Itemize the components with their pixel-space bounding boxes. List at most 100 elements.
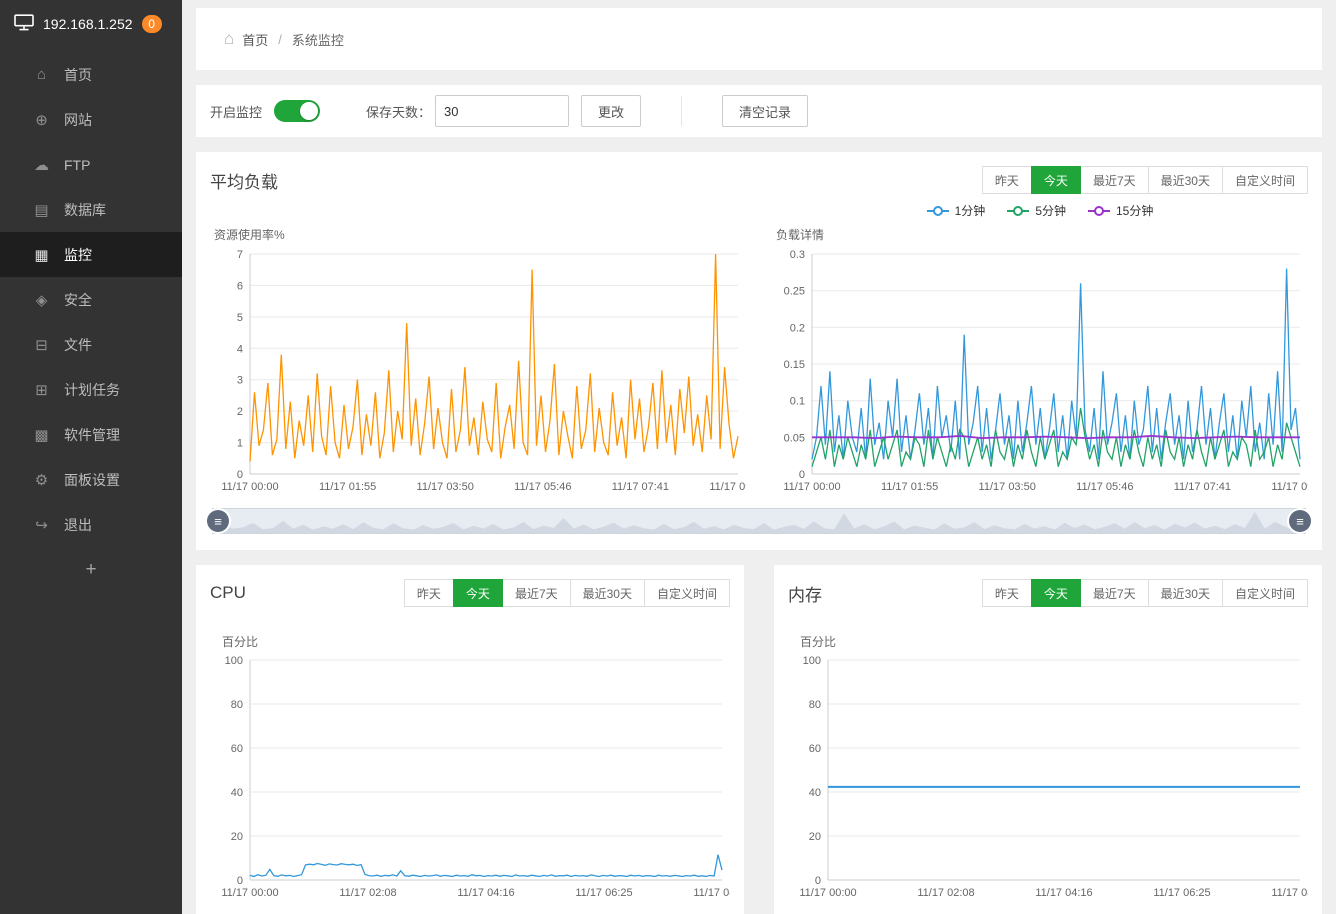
sidebar-item-settings[interactable]: ⚙ 面板设置: [0, 457, 182, 502]
memory-time-filters: 昨天 今天 最近7天 最近30天 自定义时间: [983, 579, 1308, 607]
svg-text:100: 100: [225, 655, 243, 667]
svg-text:11/17 08:33: 11/17 08:33: [1271, 887, 1308, 899]
svg-text:40: 40: [231, 787, 243, 799]
sidebar-item-label: 安全: [64, 290, 92, 310]
load-filter-custom[interactable]: 自定义时间: [1222, 166, 1308, 194]
memory-filter-custom[interactable]: 自定义时间: [1222, 579, 1308, 607]
sidebar-item-software[interactable]: ▩ 软件管理: [0, 412, 182, 457]
memory-filter-last30days[interactable]: 最近30天: [1148, 579, 1223, 607]
svg-text:5: 5: [237, 312, 243, 324]
globe-icon: ⊕: [33, 111, 50, 129]
monitor-toggle[interactable]: [274, 100, 320, 122]
cpu-filter-yesterday[interactable]: 昨天: [404, 579, 454, 607]
load-filter-yesterday[interactable]: 昨天: [982, 166, 1032, 194]
legend-label: 5分钟: [1035, 202, 1066, 219]
load-panel: 平均负载 昨天 今天 最近7天 最近30天 自定义时间 资源使用率% 01234…: [196, 152, 1322, 550]
legend-label: 1分钟: [955, 202, 986, 219]
save-days-label: 保存天数：: [366, 102, 431, 121]
cpu-filter-last30days[interactable]: 最近30天: [570, 579, 645, 607]
sidebar-add-button[interactable]: +: [0, 547, 182, 592]
svg-text:11/17 07:41: 11/17 07:41: [1174, 481, 1231, 493]
shield-icon: ◈: [33, 291, 50, 309]
sidebar-item-logout[interactable]: ↪ 退出: [0, 502, 182, 547]
sidebar-item-label: FTP: [64, 157, 90, 173]
sidebar-item-home[interactable]: ⌂ 首页: [0, 52, 182, 97]
cpu-chart[interactable]: 02040608010011/17 00:0011/17 02:0811/17 …: [210, 652, 730, 902]
legend-item-5min[interactable]: 5分钟: [1007, 202, 1066, 219]
svg-text:60: 60: [231, 743, 243, 755]
svg-text:20: 20: [809, 831, 821, 843]
svg-text:11/17 01:55: 11/17 01:55: [881, 481, 938, 493]
load-detail-chart-title: 负载详情: [776, 226, 1308, 246]
svg-text:11/17 02:08: 11/17 02:08: [339, 887, 396, 899]
sidebar-item-label: 首页: [64, 65, 92, 85]
svg-text:11/17 05:46: 11/17 05:46: [1076, 481, 1133, 493]
svg-text:11/17 06:25: 11/17 06:25: [1153, 887, 1210, 899]
datazoom-slider[interactable]: [212, 508, 1306, 534]
sidebar-menu: ⌂ 首页 ⊕ 网站 ☁ FTP ▤ 数据库 ▦ 监控 ◈ 安全: [0, 52, 182, 592]
memory-filter-today[interactable]: 今天: [1031, 579, 1081, 607]
svg-text:11/17 07:41: 11/17 07:41: [612, 481, 669, 493]
datazoom-handle-left[interactable]: [207, 510, 229, 532]
memory-filter-last7days[interactable]: 最近7天: [1080, 579, 1149, 607]
datazoom-handle-right[interactable]: [1289, 510, 1311, 532]
legend-item-15min[interactable]: 15分钟: [1088, 202, 1153, 219]
load-filter-last30days[interactable]: 最近30天: [1148, 166, 1223, 194]
svg-text:80: 80: [809, 699, 821, 711]
sidebar-item-website[interactable]: ⊕ 网站: [0, 97, 182, 142]
cpu-filter-today[interactable]: 今天: [453, 579, 503, 607]
main-content: 首页 / 系统监控 开启监控 保存天数： 更改 清空记录 平均负载 昨天 今天 …: [182, 0, 1336, 914]
svg-text:0.1: 0.1: [790, 396, 805, 408]
resource-usage-chart-title: 资源使用率%: [214, 226, 746, 246]
svg-text:11/17 09:36: 11/17 09:36: [1271, 481, 1308, 493]
sidebar-item-database[interactable]: ▤ 数据库: [0, 187, 182, 232]
sidebar-item-security[interactable]: ◈ 安全: [0, 277, 182, 322]
cpu-filter-custom[interactable]: 自定义时间: [644, 579, 730, 607]
calendar-icon: ⊞: [33, 381, 50, 399]
legend-item-1min[interactable]: 1分钟: [927, 202, 986, 219]
cpu-filter-last7days[interactable]: 最近7天: [502, 579, 571, 607]
sidebar-item-ftp[interactable]: ☁ FTP: [0, 142, 182, 187]
sidebar-item-label: 数据库: [64, 200, 106, 220]
clear-records-button[interactable]: 清空记录: [722, 95, 808, 127]
sidebar-item-monitor[interactable]: ▦ 监控: [0, 232, 182, 277]
load-panel-head: 平均负载 昨天 今天 最近7天 最近30天 自定义时间: [210, 166, 1308, 194]
monitor-controls-bar: 开启监控 保存天数： 更改 清空记录: [196, 85, 1322, 137]
breadcrumb: 首页 / 系统监控: [196, 8, 1322, 70]
load-filter-last7days[interactable]: 最近7天: [1080, 166, 1149, 194]
change-button[interactable]: 更改: [581, 95, 641, 127]
load-filter-today[interactable]: 今天: [1031, 166, 1081, 194]
resource-usage-chart[interactable]: 0123456711/17 00:0011/17 01:5511/17 03:5…: [210, 246, 746, 496]
datazoom-preview: [213, 509, 1305, 533]
svg-text:11/17 09:36: 11/17 09:36: [709, 481, 746, 493]
breadcrumb-home-icon: [224, 29, 234, 49]
logout-icon: ↪: [33, 516, 50, 534]
sidebar-item-label: 退出: [64, 515, 92, 535]
save-days-input[interactable]: [435, 95, 569, 127]
sidebar-item-cron[interactable]: ⊞ 计划任务: [0, 367, 182, 412]
sidebar-item-label: 监控: [64, 245, 92, 265]
svg-text:3: 3: [237, 375, 243, 387]
breadcrumb-home-link[interactable]: 首页: [242, 30, 268, 49]
svg-text:11/17 00:00: 11/17 00:00: [221, 887, 278, 899]
message-count-badge[interactable]: 0: [142, 15, 162, 33]
load-detail-chart-box: 1分钟 5分钟 15分钟 负载详情 00.050.10.150.20.250.3…: [772, 226, 1308, 496]
memory-chart-ylabel: 百分比: [800, 633, 1308, 650]
server-row[interactable]: 192.168.1.252 0: [0, 0, 182, 48]
cpu-panel: CPU 昨天 今天 最近7天 最近30天 自定义时间 百分比 020406080…: [196, 565, 744, 914]
memory-filter-yesterday[interactable]: 昨天: [982, 579, 1032, 607]
svg-text:11/17 03:50: 11/17 03:50: [979, 481, 1036, 493]
svg-text:6: 6: [237, 280, 243, 292]
svg-text:11/17 04:16: 11/17 04:16: [457, 887, 514, 899]
server-monitor-icon: [14, 14, 34, 34]
cpu-panel-head: CPU 昨天 今天 最近7天 最近30天 自定义时间: [210, 579, 730, 607]
load-legend: 1分钟 5分钟 15分钟: [772, 202, 1308, 219]
load-detail-chart[interactable]: 00.050.10.150.20.250.311/17 00:0011/17 0…: [772, 246, 1308, 496]
svg-text:11/17 00:00: 11/17 00:00: [783, 481, 840, 493]
svg-text:0: 0: [237, 875, 243, 887]
sidebar-item-files[interactable]: ⊟ 文件: [0, 322, 182, 367]
svg-text:0.15: 0.15: [784, 359, 805, 371]
memory-chart[interactable]: 02040608010011/17 00:0011/17 02:0811/17 …: [788, 652, 1308, 902]
breadcrumb-current: 系统监控: [292, 30, 344, 49]
monitor-toggle-label: 开启监控: [210, 102, 262, 121]
